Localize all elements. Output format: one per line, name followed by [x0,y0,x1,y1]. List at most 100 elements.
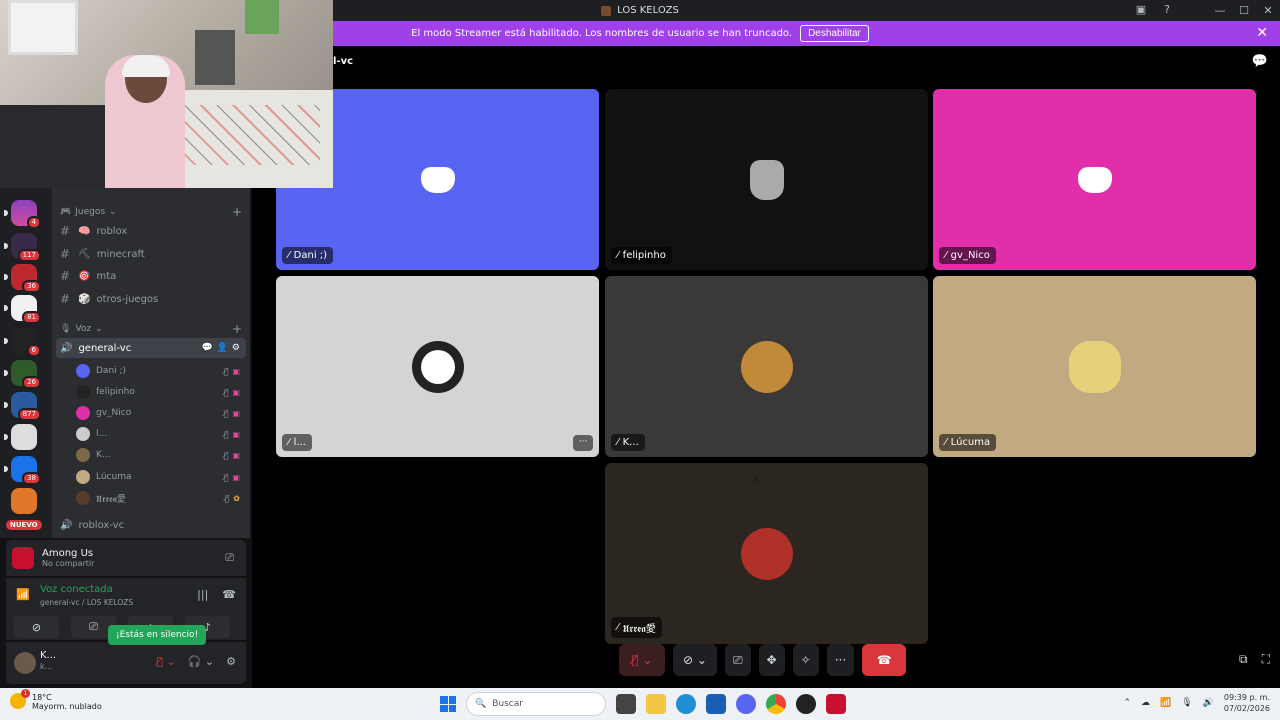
server-icon-4[interactable]: 81 [4,295,41,324]
voice-user[interactable]: gv_Nico 🎙̸ ▣ [76,403,246,423]
channel-roblox[interactable]: # 🧠 roblox [56,221,246,241]
mic-muted-icon[interactable]: 🎙̸ ⌄ [156,655,175,668]
leave-call-button[interactable]: ☎ [862,644,907,676]
share-screen-button[interactable]: ⎚ [725,644,751,676]
voice-channel-path[interactable]: general-vc / LOS KELOZS [40,598,133,607]
microphone-icon[interactable]: 🎙 [1181,698,1192,708]
video-tile[interactable]: ⁄ K... [605,276,928,457]
edge-icon[interactable] [676,694,696,714]
soundboard-button[interactable]: ✧ [792,644,819,676]
volume-icon[interactable]: 🔊 [1203,698,1214,708]
voice-user[interactable]: Lúcuma 🎙̸ ▣ [76,467,246,487]
wifi-icon[interactable]: 📶 [1160,698,1171,708]
chat-icon[interactable]: 💬 [201,343,212,353]
maximize-button[interactable]: ☐ [1232,4,1256,17]
tile-label: ⁄ 𝖀𝖗𝖗𝖊𝖆愛 [611,617,662,638]
avatar [411,340,464,393]
windows-start-icon[interactable] [440,696,456,712]
voice-connected-label[interactable]: Voz conectada [40,584,113,595]
mic-toggle-button[interactable]: 🎙̸ ⌄ [619,644,665,676]
camera-toggle-button[interactable]: ⊘ ⌄ [673,644,717,676]
signal-icon[interactable]: 📶 [16,588,30,601]
clock[interactable]: 09:39 p. m. 07/02/2026 [1224,692,1270,714]
inbox-icon[interactable]: ▣ [1136,3,1146,16]
cloud-off-icon[interactable]: ☁ [1141,698,1150,708]
voice-user[interactable]: 𝖀𝖗𝖗𝖊𝖆愛 🎙̸ ✿ [76,488,246,508]
add-channel-icon[interactable]: + [232,322,242,336]
server-icon-6[interactable]: 26 [4,360,41,389]
server-badge: 877 [17,408,41,421]
channel-minecraft[interactable]: # ⛏ minecraft [56,244,246,264]
video-tile[interactable]: ⁄ gv_Nico [933,89,1256,270]
gear-icon[interactable]: ⚙ [232,343,240,353]
video-tile[interactable]: ⁄ l... ··· [276,276,599,457]
titlebar-tools: ▣ ? [1136,3,1170,16]
invite-icon[interactable]: 👤 [217,343,228,353]
more-button[interactable]: ··· [826,644,855,676]
server-icon-2[interactable]: 117 [4,233,41,262]
more-options-icon[interactable]: ··· [573,435,593,451]
add-channel-icon[interactable]: + [232,205,242,219]
category-voz[interactable]: 🎙 Voz ⌄ + [60,322,242,336]
server-icon-5[interactable]: 6 [4,328,41,357]
server-icon-3[interactable]: 36 [4,264,41,293]
fullscreen-icon[interactable]: ⛶ [1262,652,1270,667]
new-badge[interactable]: NUEVO [6,520,42,530]
discord-icon[interactable] [736,694,756,714]
screen-share-icon[interactable]: ⎚ [225,551,234,565]
server-icon-9[interactable]: 38 [4,456,41,485]
voice-user[interactable]: felipinho 🎙̸ ▣ [76,382,246,402]
server-icon-7[interactable]: 877 [4,392,41,421]
voice-user-name: Lúcuma [96,472,132,482]
hash-icon: # [60,292,71,306]
server-badge: 26 [22,376,41,389]
obs-icon[interactable] [796,694,816,714]
activities-button[interactable]: ✥ [758,644,785,676]
noise-suppression-icon[interactable]: ||| [197,588,208,601]
gear-icon[interactable]: ⚙ [226,655,236,668]
task-view-icon[interactable] [616,694,636,714]
window-title-text: LOS KELOZS [617,5,679,16]
file-explorer-icon[interactable] [646,694,666,714]
server-icon-8[interactable] [4,424,37,450]
close-window-button[interactable]: ✕ [1256,4,1280,17]
user-status: k... [40,662,53,671]
chevron-up-icon[interactable]: ⌃ [1123,698,1131,708]
activity-panel[interactable]: Among Us No compartir ⎚ [6,540,246,576]
activity-game: Among Us [42,548,94,559]
store-icon[interactable] [706,694,726,714]
weather-widget[interactable]: 18°C Mayorm. nublado [10,689,102,711]
close-banner-icon[interactable]: ✕ [1256,25,1268,41]
server-icon-1[interactable]: 4 [4,200,41,229]
help-icon[interactable]: ? [1164,3,1170,16]
voice-user[interactable]: Dani ;) 🎙̸ ▣ [76,361,246,381]
voice-user[interactable]: K... 🎙̸ ▣ [76,445,246,465]
minimize-button[interactable]: — [1208,4,1232,17]
among-us-app-icon[interactable] [826,694,846,714]
video-tile[interactable]: ⁄ Lúcuma [933,276,1256,457]
server-icon-10[interactable] [11,488,37,514]
channel-label: mta [96,270,117,282]
tile-name: Lúcuma [950,437,991,448]
disable-streamer-button[interactable]: Deshabilitar [800,25,869,42]
category-juegos[interactable]: 🎮 Juegos ⌄ + [60,205,242,219]
popout-icon[interactable]: ⧉ [1239,652,1248,667]
disconnect-icon[interactable]: ☎ [222,588,236,601]
video-tile[interactable]: ⁄ 𝖀𝖗𝖗𝖊𝖆愛 [605,463,928,644]
voice-user[interactable]: l... 🎙̸ ▣ [76,424,246,444]
camera-off-button[interactable]: ⊘ [14,616,59,638]
video-tile[interactable]: ⁄ felipinho [605,89,928,270]
headphones-icon[interactable]: 🎧 ⌄ [188,655,214,668]
voice-user-name: K... [96,450,111,460]
chrome-icon[interactable] [766,694,786,714]
voice-channel-roblox-vc[interactable]: 🔊 roblox-vc [56,515,246,535]
streaming-icon: ▣ [232,408,240,418]
avatar[interactable] [14,652,36,674]
taskbar-search[interactable]: 🔍 Buscar [466,692,606,716]
chat-bubble-icon[interactable]: 💬 [1252,54,1268,69]
user-panel: K... k... 🎙̸ ⌄ 🎧 ⌄ ⚙ [6,642,246,684]
channel-mta[interactable]: # 🎯 mta [56,266,246,286]
voice-channel-general-vc[interactable]: 🔊 general-vc 💬 👤 ⚙ [56,338,246,358]
unread-dot [4,370,8,376]
channel-otros-juegos[interactable]: # 🎲 otros-juegos [56,289,246,309]
